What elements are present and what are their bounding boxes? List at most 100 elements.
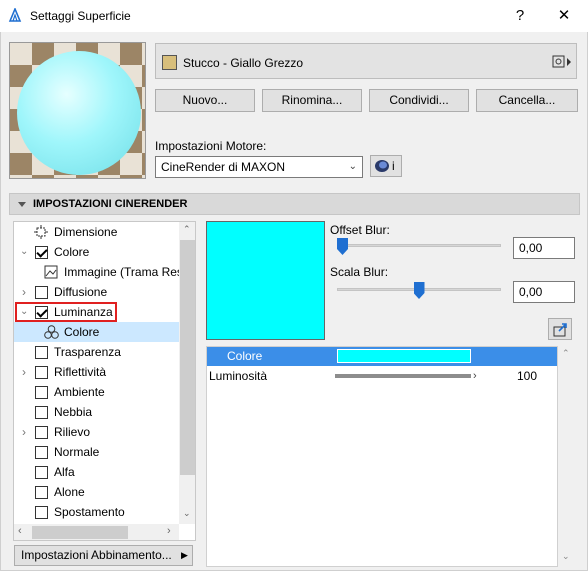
- property-row-brightness[interactable]: Luminosità › 100: [207, 367, 557, 386]
- ambiente-checkbox[interactable]: [35, 386, 48, 399]
- section-title: IMPOSTAZIONI CINERENDER: [33, 198, 188, 210]
- tree-item-label: Luminanza: [54, 305, 113, 319]
- title-bar: Settaggi Superficie ? ✕: [0, 0, 588, 32]
- help-button[interactable]: ?: [505, 4, 535, 28]
- offset-blur-input[interactable]: 0,00: [513, 237, 575, 259]
- engine-info-button[interactable]: i: [370, 155, 402, 177]
- color-channel-icon: [44, 325, 59, 339]
- chevron-right-icon[interactable]: ›: [22, 422, 26, 442]
- matching-settings-button[interactable]: Impostazioni Abbinamento... ▶: [14, 545, 193, 566]
- brightness-slider[interactable]: [335, 374, 471, 378]
- tree-vertical-scrollbar[interactable]: ⌃ ⌄: [179, 222, 195, 524]
- chevron-right-icon[interactable]: ›: [22, 282, 26, 302]
- window-title: Settaggi Superficie: [30, 9, 131, 23]
- export-button[interactable]: [548, 318, 572, 340]
- material-selector[interactable]: Stucco - Giallo Grezzo: [155, 43, 577, 79]
- share-button[interactable]: Condividi...: [369, 89, 469, 112]
- delete-button[interactable]: Cancella...: [476, 89, 578, 112]
- rilievo-checkbox[interactable]: [35, 426, 48, 439]
- tree-item-label: Colore: [64, 325, 100, 339]
- matching-settings-label: Impostazioni Abbinamento...: [21, 548, 172, 562]
- new-button[interactable]: Nuovo...: [155, 89, 255, 112]
- chevron-right-icon[interactable]: ›: [22, 362, 26, 382]
- diffusione-checkbox[interactable]: [35, 286, 48, 299]
- tree-item-label: Immagine (Trama Resa: [64, 265, 190, 279]
- tree-item-label: Diffusione: [54, 285, 108, 299]
- close-button[interactable]: ✕: [549, 4, 579, 28]
- alone-checkbox[interactable]: [35, 486, 48, 499]
- scroll-down-icon[interactable]: ⌄: [562, 551, 570, 562]
- tree-item-label: Rilievo: [54, 425, 91, 439]
- alfa-checkbox[interactable]: [35, 466, 48, 479]
- chevron-down-icon[interactable]: ⌄: [20, 242, 28, 262]
- offset-blur-slider[interactable]: [337, 244, 501, 247]
- scroll-left-icon[interactable]: ‹: [18, 525, 22, 537]
- scroll-up-icon[interactable]: ⌃: [183, 224, 191, 235]
- section-header[interactable]: IMPOSTAZIONI CINERENDER: [9, 193, 580, 215]
- tree-scroll-thumb[interactable]: [180, 240, 195, 475]
- material-preview: [9, 42, 146, 179]
- riflettivita-checkbox[interactable]: [35, 366, 48, 379]
- scroll-up-icon[interactable]: ⌃: [562, 348, 570, 359]
- luminanza-checkbox[interactable]: [35, 306, 48, 319]
- property-row-color[interactable]: Colore: [207, 347, 557, 366]
- colore-checkbox[interactable]: [35, 246, 48, 259]
- tree-item-label: Alfa: [54, 465, 75, 479]
- tree-item-label: Ambiente: [54, 385, 105, 399]
- tree-item-luminanza[interactable]: ⌄ Luminanza: [14, 302, 179, 322]
- scale-blur-label: Scala Blur:: [330, 265, 389, 279]
- tree-item-spostamento[interactable]: Spostamento: [14, 502, 179, 522]
- tree-item-alone[interactable]: Alone: [14, 482, 179, 502]
- tree-hscroll-thumb[interactable]: [32, 526, 128, 539]
- engine-select[interactable]: CineRender di MAXON ⌄: [155, 156, 363, 178]
- brightness-value[interactable]: 100: [517, 367, 537, 386]
- chevron-down-icon: ⌄: [348, 161, 357, 172]
- tree-item-diffusione[interactable]: › Diffusione: [14, 282, 179, 302]
- tree-item-label: Trasparenza: [54, 345, 121, 359]
- tree-item-rilievo[interactable]: › Rilievo: [14, 422, 179, 442]
- scale-blur-input[interactable]: 0,00: [513, 281, 575, 303]
- normale-checkbox[interactable]: [35, 446, 48, 459]
- property-label: Colore: [227, 349, 263, 363]
- tree-item-label: Normale: [54, 445, 100, 459]
- offset-blur-label: Offset Blur:: [330, 223, 390, 237]
- tree-item-label: Spostamento: [54, 505, 125, 519]
- chevron-down-icon[interactable]: ⌄: [20, 302, 28, 322]
- arrow-right-icon: ▶: [181, 550, 188, 560]
- texture-color-swatch[interactable]: [206, 221, 325, 340]
- brightness-slider-handle-icon[interactable]: ›: [473, 367, 477, 386]
- nebbia-checkbox[interactable]: [35, 406, 48, 419]
- preview-sphere: [17, 51, 141, 175]
- tree-item-dimensione[interactable]: Dimensione: [14, 222, 179, 242]
- app-icon: [8, 8, 22, 22]
- tree-item-immagine[interactable]: Immagine (Trama Resa: [14, 262, 190, 282]
- tree-item-luminanza-colore[interactable]: Colore: [14, 322, 179, 342]
- engine-value: CineRender di MAXON: [161, 160, 286, 174]
- property-color-swatch[interactable]: [337, 349, 471, 363]
- property-label: Luminosità: [209, 369, 268, 383]
- export-icon: [553, 323, 567, 337]
- tree-item-label: Dimensione: [54, 225, 118, 239]
- tree-item-colore[interactable]: ⌄ Colore: [14, 242, 179, 262]
- tree-item-alfa[interactable]: Alfa: [14, 462, 179, 482]
- properties-scrollbar[interactable]: ⌃ ⌄: [558, 346, 575, 567]
- scroll-right-icon[interactable]: ›: [167, 525, 171, 537]
- engine-label: Impostazioni Motore:: [155, 139, 267, 153]
- material-menu-icon[interactable]: [552, 53, 574, 71]
- channel-tree: Dimensione ⌄ Colore Immagine (Trama Resa…: [13, 221, 196, 541]
- spostamento-checkbox[interactable]: [35, 506, 48, 519]
- tree-item-normale[interactable]: Normale: [14, 442, 179, 462]
- tree-item-label: Nebbia: [54, 405, 93, 419]
- scroll-down-icon[interactable]: ⌄: [183, 508, 191, 519]
- material-swatch: [162, 55, 177, 70]
- tree-item-label: Riflettività: [54, 365, 107, 379]
- tree-item-nebbia[interactable]: Nebbia: [14, 402, 179, 422]
- rename-button[interactable]: Rinomina...: [262, 89, 362, 112]
- trasparenza-checkbox[interactable]: [35, 346, 48, 359]
- tree-item-trasparenza[interactable]: Trasparenza: [14, 342, 179, 362]
- collapse-icon: [18, 202, 26, 207]
- dimension-icon: [34, 225, 48, 239]
- tree-item-ambiente[interactable]: Ambiente: [14, 382, 179, 402]
- tree-item-riflettivita[interactable]: › Riflettività: [14, 362, 179, 382]
- tree-horizontal-scrollbar[interactable]: ‹ ›: [14, 524, 179, 540]
